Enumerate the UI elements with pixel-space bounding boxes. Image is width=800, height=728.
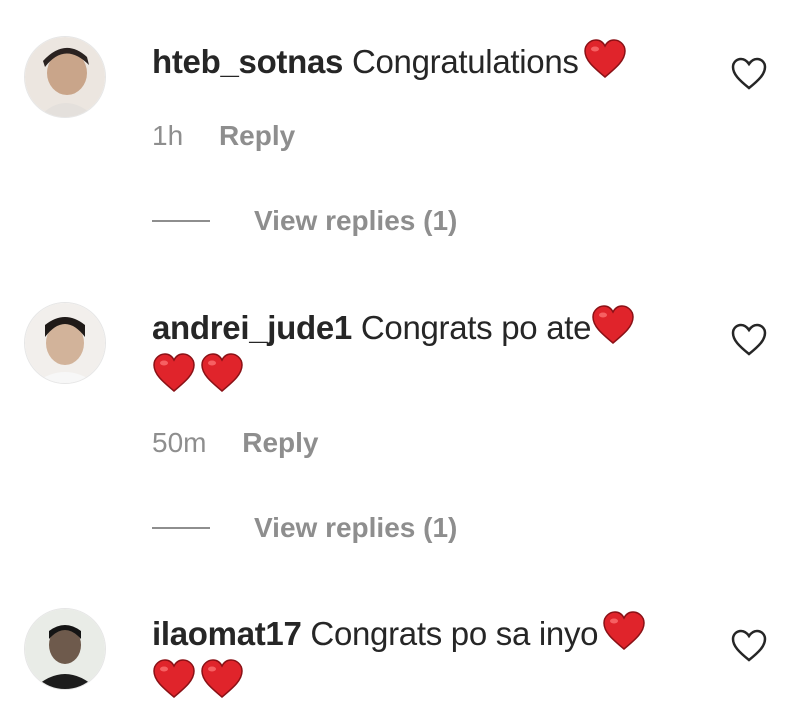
red-heart-emoji-icon — [591, 305, 635, 345]
comment-body: ilaomat17 Congrats po sa inyo — [152, 610, 692, 706]
reply-button[interactable]: Reply — [219, 120, 295, 151]
avatar[interactable] — [24, 608, 106, 690]
username-link[interactable]: hteb_sotnas — [152, 43, 343, 80]
red-heart-emoji-icon — [583, 39, 627, 79]
comment-body: andrei_jude1 Congrats po ate — [152, 304, 692, 400]
divider-line — [152, 220, 210, 222]
avatar[interactable] — [24, 36, 106, 118]
view-replies-label: View replies (1) — [254, 205, 458, 236]
comment-text: Congratulations — [351, 43, 579, 80]
username-link[interactable]: ilaomat17 — [152, 615, 302, 652]
view-replies-button[interactable]: View replies (1) — [152, 512, 457, 544]
red-heart-emoji-icon — [152, 353, 196, 393]
red-heart-emoji-icon — [602, 611, 646, 651]
red-heart-emoji-icon — [152, 659, 196, 699]
reply-button[interactable]: Reply — [242, 427, 318, 458]
username-link[interactable]: andrei_jude1 — [152, 309, 352, 346]
comment-text: Congrats po sa inyo — [310, 615, 599, 652]
comment-meta: 50m Reply — [152, 427, 319, 459]
avatar[interactable] — [24, 302, 106, 384]
like-heart-icon[interactable] — [730, 322, 768, 358]
divider-line — [152, 527, 210, 529]
red-heart-emoji-icon — [200, 353, 244, 393]
red-heart-emoji-icon — [200, 659, 244, 699]
comment-text: Congrats po ate — [360, 309, 592, 346]
like-heart-icon[interactable] — [730, 628, 768, 664]
timestamp: 50m — [152, 427, 207, 458]
like-heart-icon[interactable] — [730, 56, 768, 92]
comment-body: hteb_sotnas Congratulations — [152, 38, 692, 86]
comment-meta: 1h Reply — [152, 120, 295, 152]
view-replies-label: View replies (1) — [254, 512, 458, 543]
timestamp: 1h — [152, 120, 184, 151]
view-replies-button[interactable]: View replies (1) — [152, 205, 457, 237]
